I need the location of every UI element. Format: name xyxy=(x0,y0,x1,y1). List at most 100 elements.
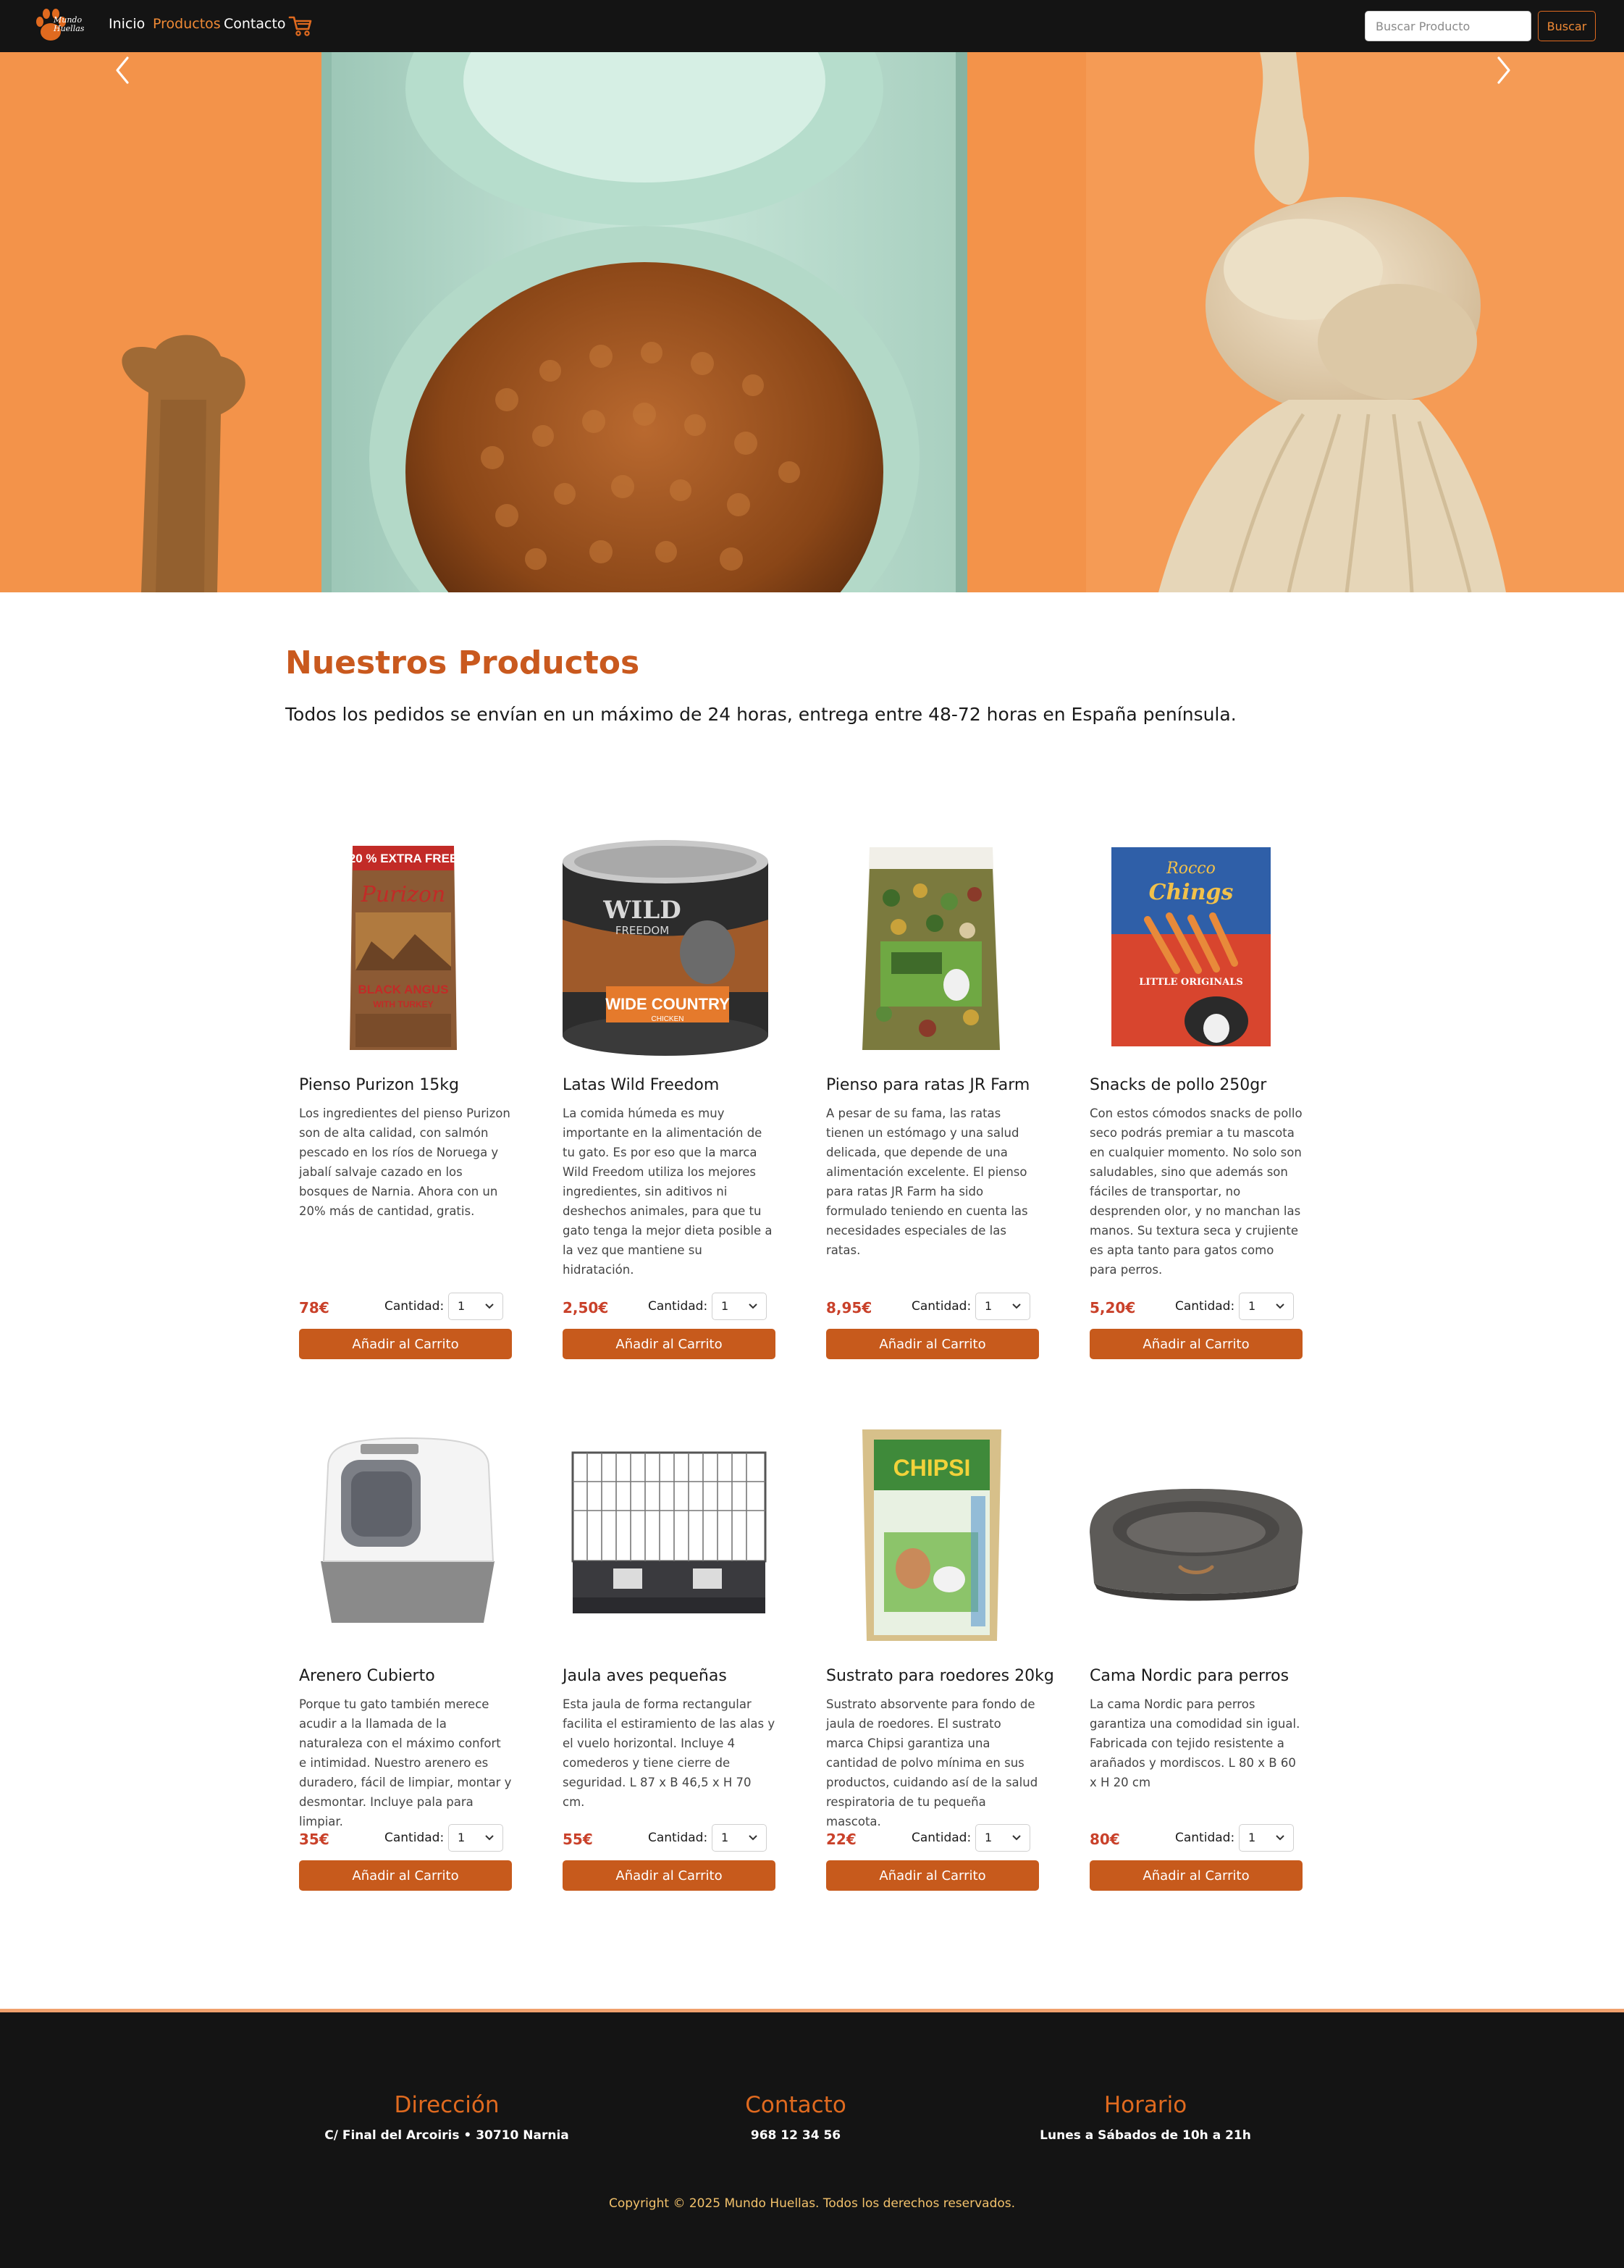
quantity-label: Cantidad: xyxy=(648,1831,708,1845)
product-image-rocco-chings: Rocco Chings LITTLE ORIGINALS xyxy=(1111,847,1271,1046)
product-price: 55€ xyxy=(563,1831,593,1848)
add-to-cart-button[interactable]: Añadir al Carrito xyxy=(826,1860,1039,1891)
chevron-down-icon xyxy=(1012,1303,1021,1309)
product-image-jr-farm xyxy=(862,847,1000,1050)
svg-text:Chings: Chings xyxy=(1149,880,1234,905)
quantity-select[interactable]: 1 xyxy=(712,1293,767,1320)
quantity-label: Cantidad: xyxy=(648,1299,708,1314)
quantity-select[interactable]: 1 xyxy=(975,1293,1030,1320)
quantity-label: Cantidad: xyxy=(384,1299,445,1314)
quantity-value: 1 xyxy=(1248,1299,1256,1313)
chevron-down-icon xyxy=(485,1303,494,1309)
svg-text:BLACK ANGUS: BLACK ANGUS xyxy=(358,983,449,996)
quantity-select[interactable]: 1 xyxy=(448,1293,503,1320)
quantity-value: 1 xyxy=(458,1831,466,1844)
product-description: Sustrato absorvente para fondo de jaula … xyxy=(826,1697,1038,1828)
search-button[interactable]: Buscar xyxy=(1538,11,1596,41)
footer-direccion-text: C/ Final del Arcoiris • 30710 Narnia xyxy=(324,2128,569,2143)
footer-contacto-title: Contacto xyxy=(745,2092,846,2118)
quantity-value: 1 xyxy=(721,1299,729,1313)
nav-link-productos[interactable]: Productos xyxy=(153,16,221,32)
brand-name: Mundo Huellas xyxy=(54,15,85,33)
product-name: Latas Wild Freedom xyxy=(563,1076,720,1094)
add-to-cart-button[interactable]: Añadir al Carrito xyxy=(299,1329,512,1359)
product-name: Arenero Cubierto xyxy=(299,1667,435,1685)
quantity-label: Cantidad: xyxy=(384,1831,445,1845)
product-description: Con estos cómodos snacks de pollo seco p… xyxy=(1090,1106,1303,1277)
cart-icon[interactable] xyxy=(288,14,313,38)
copyright: Copyright © 2025 Mundo Huellas. Todos lo… xyxy=(608,2196,1016,2211)
navbar: Mundo Huellas Inicio Productos Contacto … xyxy=(0,0,1624,52)
section-subtitle: Todos los pedidos se envían en un máximo… xyxy=(285,704,1237,725)
quantity-value: 1 xyxy=(721,1831,729,1844)
chevron-down-icon xyxy=(1012,1835,1021,1841)
product-description: Porque tu gato también merece acudir a l… xyxy=(299,1697,512,1828)
add-to-cart-button[interactable]: Añadir al Carrito xyxy=(1090,1329,1303,1359)
add-to-cart-button[interactable]: Añadir al Carrito xyxy=(826,1329,1039,1359)
svg-text:WIDE COUNTRY: WIDE COUNTRY xyxy=(605,995,730,1013)
product-image-cama-nordic xyxy=(1090,1489,1303,1601)
add-to-cart-button[interactable]: Añadir al Carrito xyxy=(563,1329,775,1359)
svg-text:WITH TURKEY: WITH TURKEY xyxy=(373,999,433,1009)
quantity-select[interactable]: 1 xyxy=(975,1824,1030,1852)
svg-text:20 % EXTRA FREE: 20 % EXTRA FREE xyxy=(349,852,458,865)
product-price: 5,20€ xyxy=(1090,1299,1136,1316)
product-image-chipsi: CHIPSI xyxy=(862,1429,1001,1641)
product-name: Snacks de pollo 250gr xyxy=(1090,1076,1267,1094)
quantity-label: Cantidad: xyxy=(1175,1831,1235,1845)
product-description: La comida húmeda es muy importante en la… xyxy=(563,1106,773,1277)
quantity-select[interactable]: 1 xyxy=(712,1824,767,1852)
brand-logo[interactable]: Mundo Huellas xyxy=(33,4,90,46)
svg-text:WILD: WILD xyxy=(602,896,681,925)
product-name: Sustrato para roedores 20kg xyxy=(826,1667,1054,1685)
quantity-label: Cantidad: xyxy=(1175,1299,1235,1314)
product-price: 80€ xyxy=(1090,1831,1120,1848)
product-name: Pienso para ratas JR Farm xyxy=(826,1076,1030,1094)
product-name: Cama Nordic para perros xyxy=(1090,1667,1289,1685)
footer-contacto-text: 968 12 34 56 xyxy=(750,2128,841,2143)
product-name: Pienso Purizon 15kg xyxy=(299,1076,459,1094)
product-name: Jaula aves pequeñas xyxy=(563,1667,727,1685)
svg-text:CHICKEN: CHICKEN xyxy=(651,1015,683,1023)
quantity-value: 1 xyxy=(458,1299,466,1313)
svg-text:CHIPSI: CHIPSI xyxy=(893,1455,971,1481)
add-to-cart-button[interactable]: Añadir al Carrito xyxy=(1090,1860,1303,1891)
hero-image xyxy=(0,52,1624,592)
product-image-purizon: 20 % EXTRA FREE Purizon BLACK ANGUS WITH… xyxy=(349,846,458,1050)
quantity-select[interactable]: 1 xyxy=(1239,1293,1294,1320)
chevron-down-icon xyxy=(749,1835,757,1841)
footer-direccion-title: Dirección xyxy=(394,2092,500,2118)
quantity-select[interactable]: 1 xyxy=(448,1824,503,1852)
chevron-left-icon[interactable] xyxy=(112,52,133,88)
product-image-wild-freedom: WILD FREEDOM WIDE COUNTRY CHICKEN xyxy=(563,840,768,1056)
search-input[interactable] xyxy=(1365,11,1531,41)
footer-horario-text: Lunes a Sábados de 10h a 21h xyxy=(1040,2128,1251,2143)
product-description: A pesar de su fama, las ratas tienen un … xyxy=(826,1106,1028,1257)
footer: Dirección C/ Final del Arcoiris • 30710 … xyxy=(0,2009,1624,2268)
quantity-label: Cantidad: xyxy=(912,1831,972,1845)
quantity-label: Cantidad: xyxy=(912,1299,972,1314)
product-description: La cama Nordic para perros garantiza una… xyxy=(1090,1697,1300,1789)
chevron-right-icon[interactable] xyxy=(1493,52,1515,88)
product-description: Los ingredientes del pienso Purizon son … xyxy=(299,1106,510,1218)
chevron-down-icon xyxy=(485,1835,494,1841)
quantity-select[interactable]: 1 xyxy=(1239,1824,1294,1852)
quantity-value: 1 xyxy=(1248,1831,1256,1844)
svg-text:Rocco: Rocco xyxy=(1166,860,1216,878)
product-image-jaula xyxy=(571,1451,767,1613)
product-image-arenero xyxy=(321,1437,495,1623)
add-to-cart-button[interactable]: Añadir al Carrito xyxy=(563,1860,775,1891)
product-description: Esta jaula de forma rectangular facilita… xyxy=(563,1697,775,1809)
product-price: 8,95€ xyxy=(826,1299,872,1316)
footer-horario-title: Horario xyxy=(1103,2092,1187,2118)
svg-text:LITTLE ORIGINALS: LITTLE ORIGINALS xyxy=(1139,977,1243,988)
product-price: 78€ xyxy=(299,1299,329,1316)
svg-text:Purizon: Purizon xyxy=(361,882,446,907)
add-to-cart-button[interactable]: Añadir al Carrito xyxy=(299,1860,512,1891)
product-price: 35€ xyxy=(299,1831,329,1848)
quantity-value: 1 xyxy=(985,1299,993,1313)
nav-link-inicio[interactable]: Inicio xyxy=(109,16,145,32)
quantity-value: 1 xyxy=(985,1831,993,1844)
nav-link-contacto[interactable]: Contacto xyxy=(224,16,286,32)
chevron-down-icon xyxy=(1276,1303,1284,1309)
